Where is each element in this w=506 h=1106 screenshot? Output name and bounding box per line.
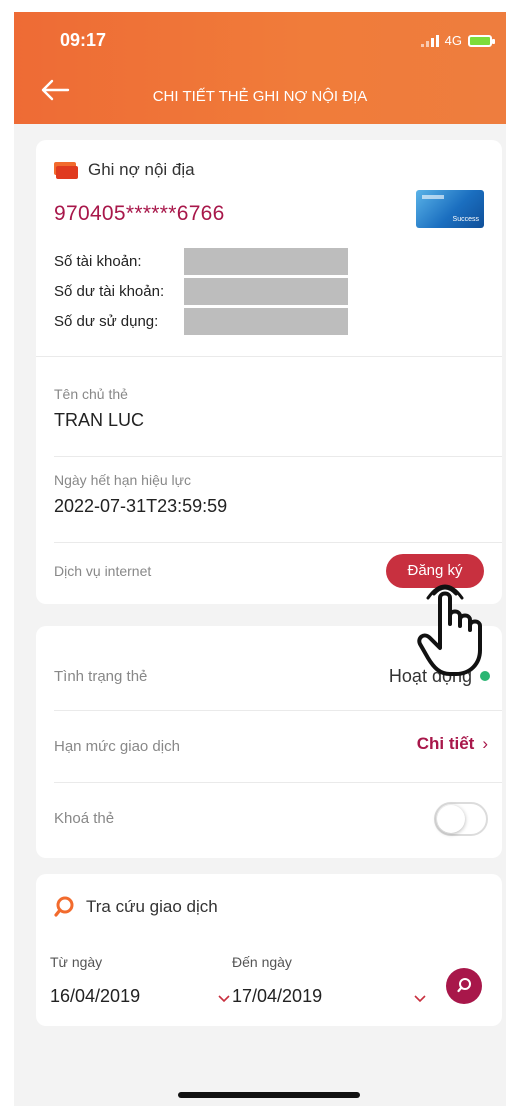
holder-label: Tên chủ thẻ: [54, 386, 128, 402]
account-rows: Số tài khoản: Số dư tài khoản: Số dư sử …: [54, 246, 348, 336]
toggle-knob: [437, 805, 465, 833]
app-header: 09:17 4G CHI TIẾT THẺ GHI NỢ NỘI ĐỊA: [14, 12, 506, 124]
signal-icon: [420, 34, 439, 47]
available-balance-label: Số dư sử dụng:: [54, 312, 159, 330]
divider: [36, 356, 502, 357]
home-indicator[interactable]: [178, 1092, 360, 1098]
from-date-label: Từ ngày: [50, 954, 103, 970]
transaction-search-title: Tra cứu giao dịch: [86, 897, 218, 916]
battery-icon: [468, 34, 495, 47]
network-type: 4G: [444, 33, 462, 48]
to-date-field[interactable]: 17/04/2019: [232, 986, 322, 1007]
search-icon: [457, 978, 471, 993]
divider: [54, 782, 502, 783]
account-balance-redacted: [184, 277, 348, 305]
status-time: 09:17: [60, 30, 107, 50]
internet-service-label: Dịch vụ internet: [54, 563, 152, 579]
limit-detail-link[interactable]: Chi tiết ›: [417, 734, 488, 754]
app-screen: 09:17 4G CHI TIẾT THẺ GHI NỢ NỘI ĐỊA Ghi…: [14, 12, 506, 1106]
search-button[interactable]: [446, 968, 482, 1004]
available-balance-redacted: [184, 307, 348, 335]
expiry-label: Ngày hết hạn hiệu lực: [54, 472, 192, 488]
lock-card-toggle[interactable]: [434, 802, 488, 836]
account-balance-label: Số dư tài khoản:: [54, 282, 165, 300]
chevron-down-icon[interactable]: [218, 992, 230, 1006]
credit-card-icon: [54, 162, 78, 179]
card-type-label: Ghi nợ nội địa: [88, 160, 195, 179]
transaction-search-header: Tra cứu giao dịch: [54, 896, 218, 918]
card-number: 970405******6766: [54, 202, 225, 225]
to-date-label: Đến ngày: [232, 954, 292, 970]
expiry-value: 2022-07-31T23:59:59: [54, 496, 228, 516]
card-info-panel: Ghi nợ nội địa 970405******6766 Success …: [36, 140, 502, 604]
chevron-down-icon[interactable]: [414, 992, 426, 1006]
card-type-row: Ghi nợ nội địa: [54, 160, 195, 180]
account-row: Số dư tài khoản:: [54, 276, 348, 306]
divider: [54, 456, 502, 457]
from-date-field[interactable]: 16/04/2019: [50, 986, 140, 1007]
search-icon: [54, 896, 74, 917]
account-row: Số tài khoản:: [54, 246, 348, 276]
holder-value: TRAN LUC: [54, 410, 145, 430]
divider: [54, 710, 502, 711]
lock-card-label: Khoá thẻ: [54, 810, 115, 827]
card-thumbnail: Success: [416, 190, 484, 228]
card-status-label: Tình trạng thẻ: [54, 668, 148, 685]
divider: [54, 542, 502, 543]
account-number-label: Số tài khoản:: [54, 252, 142, 270]
limit-label: Hạn mức giao dịch: [54, 738, 180, 755]
account-row: Số dư sử dụng:: [54, 306, 348, 336]
pointing-hand-icon: [417, 584, 482, 676]
account-number-redacted: [184, 247, 348, 275]
status-indicators: 4G: [420, 33, 495, 48]
page-title: CHI TIẾT THẺ GHI NỢ NỘI ĐỊA: [152, 88, 368, 105]
limit-detail-label: Chi tiết: [416, 734, 475, 753]
register-button[interactable]: Đăng ký: [386, 554, 484, 588]
chevron-right-icon: ›: [482, 734, 488, 753]
card-thumbnail-text: Success: [452, 216, 479, 223]
transaction-search-panel: Tra cứu giao dịch Từ ngày 16/04/2019 Đến…: [36, 874, 502, 1026]
